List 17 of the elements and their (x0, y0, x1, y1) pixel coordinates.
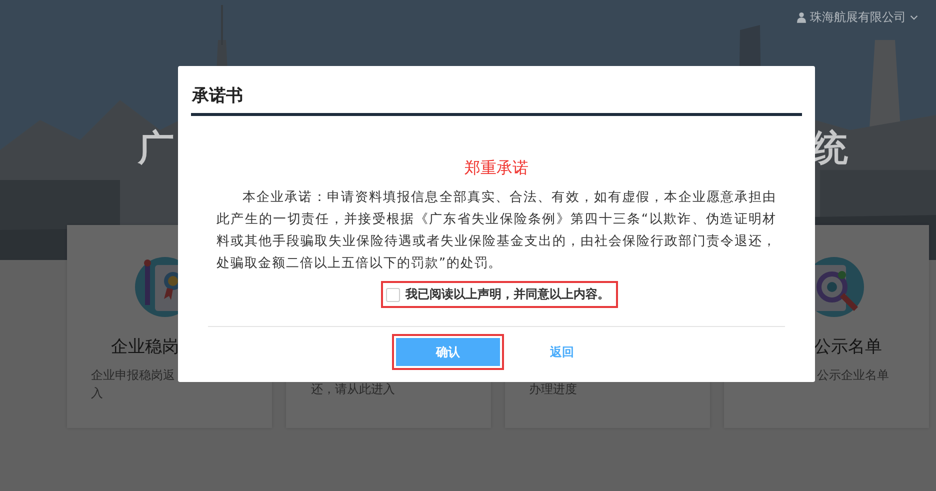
agreement-checkbox[interactable]: 我已阅读以上声明，并同意以上内容。 (380, 281, 618, 308)
card-description: 还，请从此进入 (310, 381, 396, 398)
user-menu[interactable]: 珠海航展有限公司 (810, 9, 906, 26)
confirm-button[interactable]: 确认 (396, 338, 500, 366)
card-title: 公示名单 (813, 336, 883, 358)
card-description: 办理进度 (528, 381, 578, 398)
checkbox[interactable] (386, 288, 400, 302)
chevron-down-icon (910, 15, 918, 20)
card-description: 企业申报稳岗返 (90, 367, 176, 384)
user-icon (797, 12, 806, 23)
card-description: 公示企业名单 (816, 367, 890, 384)
card-description: 入 (90, 385, 104, 402)
back-link[interactable]: 返回 (548, 342, 576, 362)
dialog-title: 承诺书 (190, 85, 244, 108)
dialog-heading: 郑重承诺 (464, 158, 530, 179)
hero-title: 广 (138, 127, 174, 171)
card-title: 企业稳岗 (110, 336, 180, 358)
